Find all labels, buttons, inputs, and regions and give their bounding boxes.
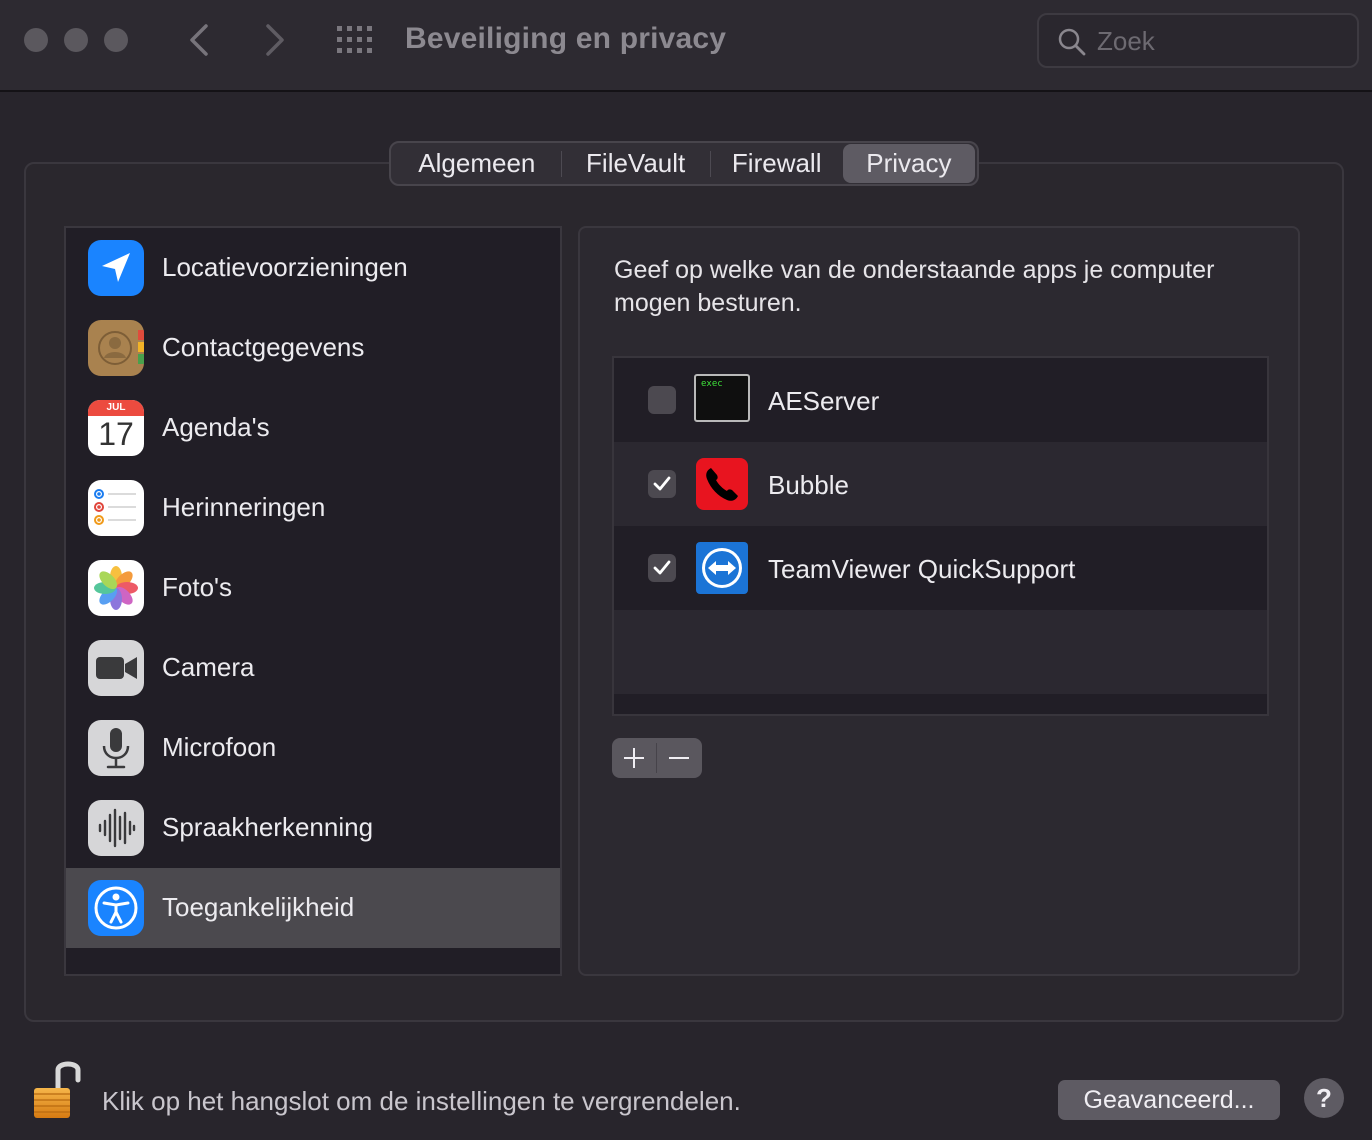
app-checkbox[interactable] — [648, 386, 676, 414]
minus-icon — [669, 757, 689, 759]
teamviewer-icon — [696, 542, 748, 594]
table-row[interactable]: exec AEServer — [614, 358, 1267, 442]
sidebar-item-calendars[interactable]: JUL 17 Agenda's — [66, 388, 560, 468]
grid-icon — [337, 26, 372, 53]
privacy-category-list[interactable]: Locatievoorzieningen Contactgegevens JUL… — [64, 226, 562, 976]
back-button[interactable] — [182, 22, 218, 58]
search-input[interactable] — [1097, 25, 1347, 57]
sidebar-item-label: Herinneringen — [162, 492, 326, 522]
accessibility-icon — [88, 880, 144, 936]
tab-firewall[interactable]: Firewall — [711, 144, 843, 183]
terminal-exec-icon: exec — [694, 374, 750, 422]
app-checkbox[interactable] — [648, 554, 676, 582]
plus-icon — [624, 748, 644, 768]
forward-button[interactable] — [256, 22, 292, 58]
panel-description: Geef op welke van de onderstaande apps j… — [614, 256, 1215, 317]
tab-privacy[interactable]: Privacy — [842, 144, 975, 183]
waveform-icon — [88, 800, 144, 856]
lock-button[interactable] — [30, 1058, 84, 1122]
location-arrow-icon — [88, 240, 144, 296]
sidebar-item-label: Microfoon — [162, 732, 277, 762]
sidebar-item-photos[interactable]: Foto's — [66, 548, 560, 628]
reminders-icon — [88, 480, 144, 536]
camera-icon — [88, 640, 144, 696]
sidebar-item-label: Foto's — [162, 572, 232, 602]
close-window-button[interactable] — [24, 28, 48, 52]
advanced-button[interactable]: Geavanceerd... — [1058, 1080, 1280, 1120]
sidebar-item-label: Agenda's — [162, 412, 270, 442]
empty-row — [614, 610, 1267, 694]
microphone-icon — [88, 720, 144, 776]
search-field[interactable] — [1037, 13, 1359, 68]
help-button[interactable]: ? — [1304, 1078, 1344, 1118]
tab-algemeen[interactable]: Algemeen — [393, 144, 561, 183]
app-name: AEServer — [768, 386, 880, 416]
window-title: Beveiliging en privacy — [405, 22, 727, 55]
sidebar-item-contacts[interactable]: Contactgegevens — [66, 308, 560, 388]
sidebar-item-label: Contactgegevens — [162, 332, 365, 362]
app-checkbox[interactable] — [648, 470, 676, 498]
privacy-detail-panel: Geef op welke van de onderstaande apps j… — [578, 226, 1300, 976]
app-name: Bubble — [768, 470, 849, 500]
app-list[interactable]: exec AEServer Bubble TeamViewer QuickSup… — [612, 356, 1269, 716]
photos-icon — [88, 560, 144, 616]
sidebar-item-speech-recognition[interactable]: Spraakherkenning — [66, 788, 560, 868]
calendar-icon: JUL 17 — [88, 400, 144, 456]
lock-hint-text: Klik op het hangslot om de instellingen … — [102, 1086, 741, 1116]
sidebar-item-accessibility[interactable]: Toegankelijkheid — [66, 868, 560, 948]
exec-label: exec — [701, 379, 723, 389]
add-remove-control — [612, 738, 702, 778]
sidebar-item-microphone[interactable]: Microfoon — [66, 708, 560, 788]
minimize-window-button[interactable] — [64, 28, 88, 52]
zoom-window-button[interactable] — [104, 28, 128, 52]
calendar-day: 17 — [98, 416, 134, 452]
title-bar: Beveiliging en privacy — [0, 0, 1372, 92]
table-row[interactable]: TeamViewer QuickSupport — [614, 526, 1267, 610]
chevron-left-icon — [190, 24, 208, 56]
sidebar-item-label: Toegankelijkheid — [162, 892, 355, 922]
phone-handset-icon — [696, 458, 748, 510]
tab-bar: Algemeen FileVault Firewall Privacy — [389, 141, 979, 186]
sidebar-item-location[interactable]: Locatievoorzieningen — [66, 228, 560, 308]
unlocked-padlock-icon — [34, 1061, 81, 1118]
contacts-icon — [88, 320, 144, 376]
checkmark-icon — [653, 560, 671, 575]
add-app-button[interactable] — [612, 738, 656, 778]
search-icon — [1058, 28, 1086, 56]
sidebar-item-camera[interactable]: Camera — [66, 628, 560, 708]
remove-app-button[interactable] — [657, 738, 701, 778]
table-row[interactable]: Bubble — [614, 442, 1267, 526]
tab-filevault[interactable]: FileVault — [562, 144, 710, 183]
sidebar-item-label: Camera — [162, 652, 255, 682]
sidebar-item-reminders[interactable]: Herinneringen — [66, 468, 560, 548]
chevron-right-icon — [266, 24, 284, 56]
checkmark-icon — [653, 476, 671, 491]
sidebar-item-label: Spraakherkenning — [162, 812, 374, 842]
sidebar-item-label: Locatievoorzieningen — [162, 252, 408, 282]
show-all-button[interactable] — [336, 26, 374, 54]
app-name: TeamViewer QuickSupport — [768, 554, 1076, 584]
